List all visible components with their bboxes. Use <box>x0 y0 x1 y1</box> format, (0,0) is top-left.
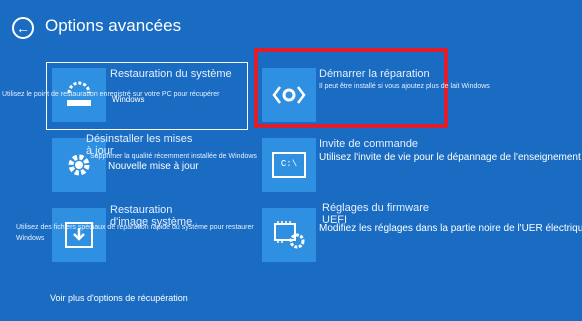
repair-icon <box>262 68 316 122</box>
back-button[interactable]: ← <box>12 17 34 39</box>
more-recovery-options-link[interactable]: Voir plus d'options de récupération <box>50 293 200 304</box>
arrow-left-icon: ← <box>16 20 30 36</box>
firmware-settings-icon <box>262 208 316 262</box>
page-title: Options avancées <box>45 16 182 35</box>
command-prompt-icon: C:\ <box>262 138 316 192</box>
